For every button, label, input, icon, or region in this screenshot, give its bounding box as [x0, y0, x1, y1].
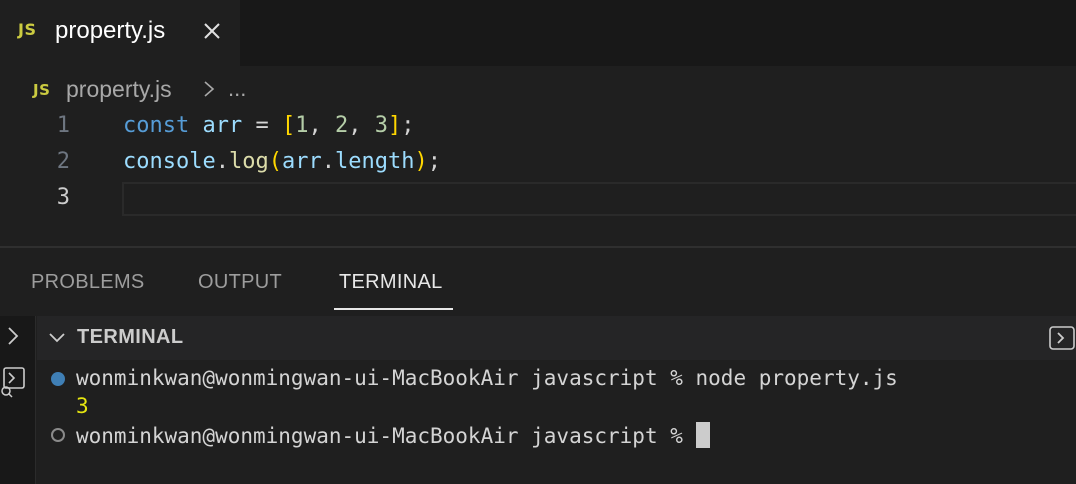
code-text: const arr = [1, 2, 3];: [123, 113, 415, 138]
code-line[interactable]: 1 const arr = [1, 2, 3];: [0, 110, 1076, 146]
terminal-output[interactable]: wonminkwan@wonmingwan-ui-MacBookAir java…: [37, 360, 1076, 484]
active-tab-indicator: [334, 308, 453, 310]
tab-terminal[interactable]: TERMINAL: [339, 271, 443, 294]
terminal-prompt: wonminkwan@wonmingwan-ui-MacBookAir java…: [76, 424, 696, 448]
line-number: 3: [56, 185, 70, 210]
chevron-right-icon[interactable]: [4, 324, 22, 348]
current-line-highlight: [122, 182, 1076, 216]
tab-property-js[interactable]: JS property.js: [0, 0, 240, 66]
chevron-down-icon[interactable]: [47, 330, 67, 346]
tab-problems[interactable]: PROBLEMS: [31, 271, 145, 294]
code-line[interactable]: 2 console.log(arr.length);: [0, 146, 1076, 182]
javascript-file-icon: JS: [18, 20, 37, 39]
command-success-decoration[interactable]: [51, 372, 65, 386]
terminal-output-line: 3: [76, 394, 89, 418]
editor-tab-bar: JS property.js: [0, 0, 1076, 66]
terminal-cursor: [695, 422, 710, 448]
tab-output[interactable]: OUTPUT: [198, 271, 282, 294]
command-pending-decoration[interactable]: [51, 428, 65, 442]
line-number: 2: [56, 149, 70, 174]
terminal-section-header[interactable]: TERMINAL: [37, 316, 1076, 360]
code-line-current[interactable]: 3: [0, 182, 1076, 218]
code-text: console.log(arr.length);: [123, 149, 441, 174]
close-icon[interactable]: [199, 17, 225, 45]
terminal-icon[interactable]: [0, 364, 28, 400]
terminal-section-title: TERMINAL: [77, 326, 184, 348]
panel-tab-bar: PROBLEMS OUTPUT TERMINAL: [0, 248, 1076, 316]
javascript-file-icon: JS: [33, 81, 51, 99]
breadcrumb-file[interactable]: property.js: [66, 76, 172, 103]
line-number: 1: [56, 113, 70, 138]
breadcrumb: JS property.js ...: [0, 66, 1076, 110]
code-editor[interactable]: 1 const arr = [1, 2, 3]; 2 console.log(a…: [0, 110, 1076, 246]
terminal-launch-icon[interactable]: [1048, 324, 1076, 352]
terminal-side-gutter: [0, 316, 36, 484]
breadcrumb-symbol[interactable]: ...: [228, 76, 246, 102]
chevron-right-icon: [204, 81, 215, 97]
terminal-line: wonminkwan@wonmingwan-ui-MacBookAir java…: [76, 366, 898, 390]
terminal-prompt-line: wonminkwan@wonmingwan-ui-MacBookAir java…: [76, 422, 710, 448]
tab-title: property.js: [55, 17, 166, 44]
